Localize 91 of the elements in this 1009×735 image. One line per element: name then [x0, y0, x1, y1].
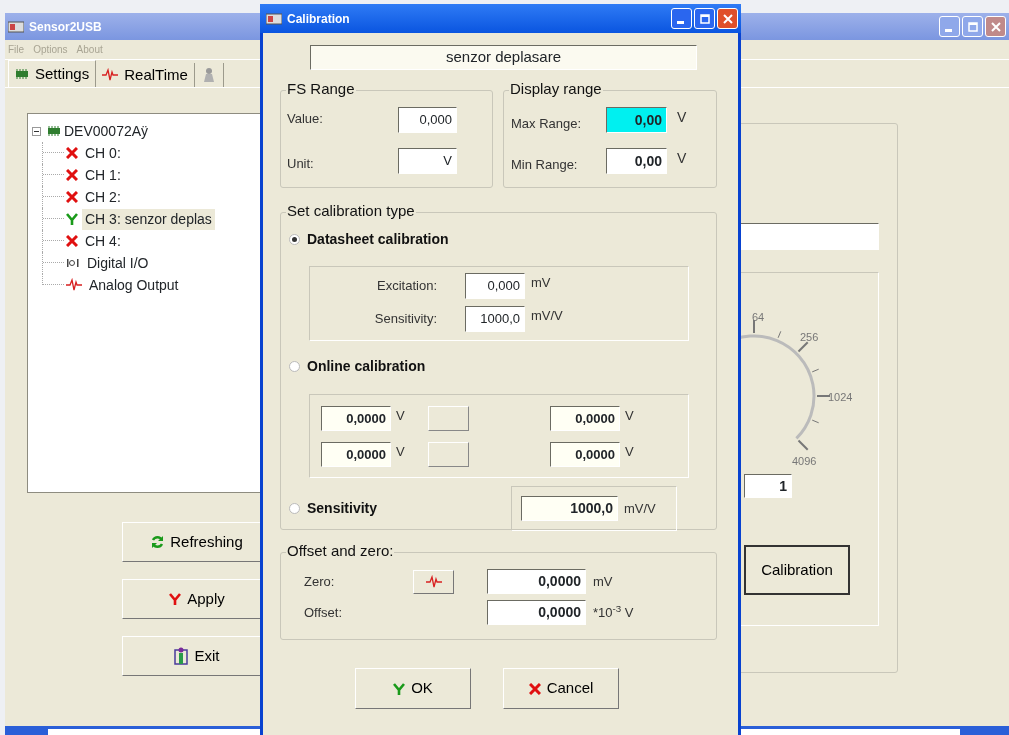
field-label: Offset:: [303, 603, 344, 622]
option-label[interactable]: Datasheet calibration: [307, 228, 449, 250]
input-field[interactable]: 0,0000: [321, 406, 391, 431]
tree-item[interactable]: DEV00072Aÿ: [61, 120, 152, 142]
check-icon: [169, 593, 182, 605]
field-label: Value:: [287, 110, 324, 128]
wave-icon: [102, 68, 119, 82]
input-field[interactable]: 0,0000: [550, 442, 620, 467]
unit-label: mV/V: [624, 499, 656, 518]
input-field[interactable]: 1000,0: [465, 306, 525, 332]
option-label[interactable]: Online calibration: [307, 355, 426, 377]
dial-label: 256: [800, 331, 819, 343]
tree-item[interactable]: CH 2:: [82, 186, 124, 208]
input-field[interactable]: V: [398, 148, 457, 174]
check-icon: [393, 682, 406, 695]
refresh-icon: [151, 535, 165, 549]
group-title: Set calibration type: [286, 202, 416, 220]
exit-icon: [174, 647, 189, 665]
field-label: Min Range:: [511, 155, 579, 174]
group-title: Display range: [509, 80, 603, 98]
input-field[interactable]: 0,00: [606, 107, 667, 133]
unit-label: V: [625, 443, 634, 461]
window-title: Sensor2USB: [29, 18, 102, 36]
unit-label: V: [625, 407, 634, 425]
tree-item[interactable]: Analog Output: [86, 274, 182, 296]
input-field[interactable]: 0,0000: [550, 406, 620, 431]
app-icon: [266, 12, 282, 25]
tab[interactable]: Settings: [8, 60, 97, 87]
minimize-icon: [676, 21, 684, 24]
close-button[interactable]: [717, 8, 738, 29]
minimize-button[interactable]: [671, 8, 692, 29]
field-label: Excitation:: [376, 277, 437, 296]
number-field[interactable]: 1: [744, 474, 792, 498]
maximize-icon: [967, 21, 978, 32]
blank-button[interactable]: [428, 442, 469, 467]
bits-icon: [66, 258, 80, 268]
dialog-button[interactable]: OK: [355, 668, 471, 709]
field-label: Sensitivity:: [373, 310, 437, 329]
input-field[interactable]: 0,000: [465, 273, 525, 299]
blank-button[interactable]: [428, 406, 469, 431]
unit-label: V: [396, 443, 406, 461]
close-button[interactable]: [985, 16, 1006, 37]
maximize-button[interactable]: [694, 8, 715, 29]
minimize-button[interactable]: [939, 16, 960, 37]
input-field[interactable]: 0,00: [606, 148, 667, 174]
unit-label: mV/V: [531, 307, 563, 325]
dial-label: 1024: [828, 391, 853, 403]
unit-label: *10$^{-3}$ V: [593, 602, 634, 622]
tab[interactable]: RealTime: [96, 63, 195, 87]
unit-label: V: [677, 149, 687, 168]
field-label: Unit:: [287, 155, 315, 173]
option-label[interactable]: Sensitivity: [307, 498, 511, 519]
maximize-icon: [699, 13, 710, 24]
maximize-button[interactable]: [962, 16, 983, 37]
dial-label: 4096: [792, 455, 817, 467]
dial-label: 64: [752, 311, 765, 323]
radio-button[interactable]: [289, 233, 300, 245]
wave-icon: [425, 574, 442, 589]
input-field[interactable]: 1000,0: [521, 496, 618, 521]
name-field[interactable]: senzor deplasare: [310, 45, 697, 70]
chip-icon: [47, 126, 61, 136]
chip-icon: [15, 69, 29, 79]
close-icon: [990, 21, 1001, 32]
tree-item[interactable]: CH 4:: [82, 230, 124, 252]
field-label: Zero:: [303, 572, 336, 591]
field-label: Max Range:: [511, 114, 583, 133]
wave-icon: [66, 278, 82, 292]
cross-icon: [528, 682, 541, 695]
unit-label: V: [396, 407, 406, 425]
input-field[interactable]: 0,0000: [487, 569, 586, 594]
radio-button[interactable]: [289, 503, 300, 514]
radio-button[interactable]: [289, 360, 300, 372]
tree-item[interactable]: CH 1:: [82, 164, 124, 186]
minimize-icon: [944, 29, 952, 32]
calibration-button[interactable]: Calibration: [744, 545, 850, 595]
tree-item[interactable]: CH 3: senzor deplas: [82, 208, 215, 230]
tree-item[interactable]: Digital I/O: [84, 252, 152, 274]
text-field[interactable]: [739, 223, 879, 250]
unit-label: mV: [531, 274, 551, 292]
collapse-icon[interactable]: [32, 126, 41, 136]
dialog-button[interactable]: Cancel: [503, 668, 619, 709]
unit-label: mV: [593, 572, 613, 591]
tree-item[interactable]: CH 0:: [82, 142, 124, 164]
close-icon: [722, 13, 733, 24]
input-field[interactable]: 0,000: [398, 107, 457, 133]
app-icon: [8, 20, 24, 33]
input-field[interactable]: 0,0000: [487, 600, 586, 625]
input-field[interactable]: 0,0000: [321, 442, 391, 467]
zero-button[interactable]: [413, 569, 454, 594]
window-title: Calibration: [287, 10, 350, 28]
unit-label: V: [677, 108, 687, 127]
